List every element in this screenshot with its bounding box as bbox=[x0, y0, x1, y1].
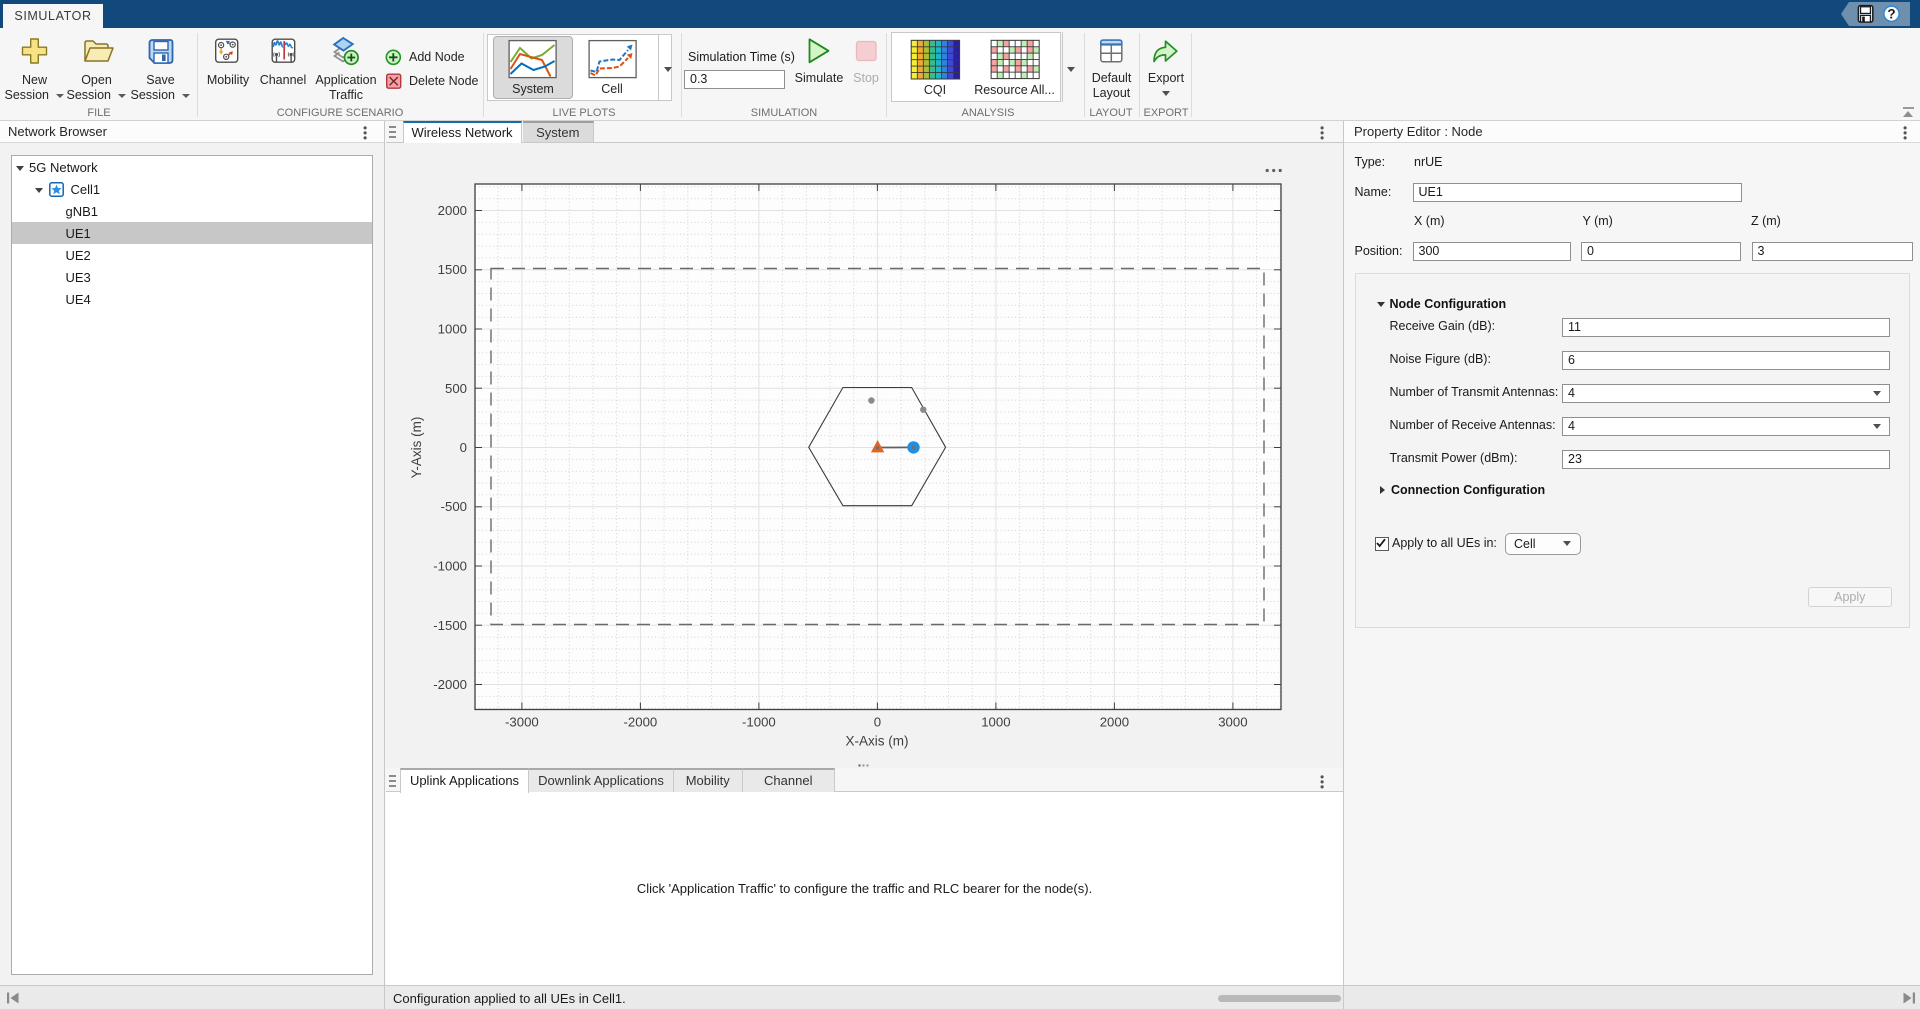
svg-text:0: 0 bbox=[460, 440, 467, 455]
svg-text:-3000: -3000 bbox=[505, 715, 539, 730]
svg-text:500: 500 bbox=[445, 381, 467, 396]
svg-text:X-Axis (m): X-Axis (m) bbox=[846, 734, 909, 749]
svg-text:2000: 2000 bbox=[438, 203, 467, 218]
svg-text:-2000: -2000 bbox=[433, 677, 467, 692]
svg-text:-500: -500 bbox=[441, 499, 467, 514]
svg-text:Y-Axis (m): Y-Axis (m) bbox=[409, 417, 424, 479]
svg-text:0: 0 bbox=[874, 715, 881, 730]
svg-text:1500: 1500 bbox=[438, 262, 467, 277]
svg-text:1000: 1000 bbox=[438, 322, 467, 337]
svg-text:-1500: -1500 bbox=[433, 618, 467, 633]
svg-text:-1000: -1000 bbox=[742, 715, 776, 730]
svg-text:-1000: -1000 bbox=[433, 559, 467, 574]
svg-text:2000: 2000 bbox=[1100, 715, 1129, 730]
svg-text:3000: 3000 bbox=[1218, 715, 1247, 730]
svg-text:?: ? bbox=[1887, 6, 1895, 21]
svg-text:-2000: -2000 bbox=[624, 715, 658, 730]
svg-text:1000: 1000 bbox=[981, 715, 1010, 730]
